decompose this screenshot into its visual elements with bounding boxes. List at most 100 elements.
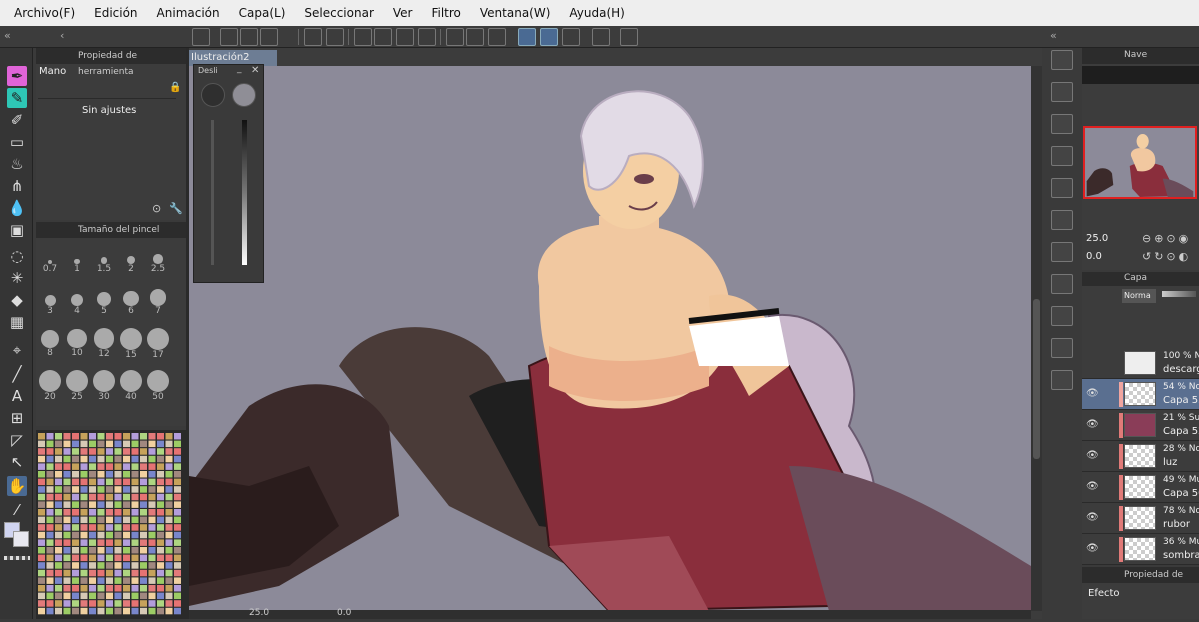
menu-capa[interactable]: Capa(L) bbox=[239, 6, 286, 20]
visibility-eye-icon[interactable]: 👁 bbox=[1086, 481, 1099, 492]
snap-ruler-icon[interactable] bbox=[518, 28, 536, 46]
menu-archivo[interactable]: Archivo(F) bbox=[14, 6, 75, 20]
visibility-eye-icon[interactable]: 👁 bbox=[1086, 543, 1099, 554]
layer-row[interactable]: 👁 54 % No Capa 53 bbox=[1082, 379, 1199, 410]
material-2-icon[interactable] bbox=[1051, 114, 1073, 134]
menu-ayuda[interactable]: Ayuda(H) bbox=[569, 6, 624, 20]
brush-size-option[interactable]: 0.7 bbox=[39, 244, 61, 274]
zoom-buttons-icon[interactable]: ⊖⊕⊙◉ bbox=[1142, 232, 1191, 245]
vertical-scrollbar[interactable] bbox=[1031, 66, 1042, 611]
menu-ver[interactable]: Ver bbox=[393, 6, 413, 20]
opacity-slider[interactable] bbox=[1162, 291, 1196, 297]
redo-icon[interactable] bbox=[326, 28, 344, 46]
device-icon[interactable] bbox=[592, 28, 610, 46]
material-9-icon[interactable] bbox=[1051, 338, 1073, 358]
auto-select-tool-icon[interactable]: ✳ bbox=[7, 268, 27, 288]
brush-size-option[interactable]: 50 bbox=[147, 370, 169, 402]
collapse-left-icon[interactable]: « bbox=[4, 29, 11, 42]
invert-selection-icon[interactable] bbox=[466, 28, 484, 46]
navigator-preview[interactable] bbox=[1083, 126, 1197, 199]
color-palette-grid[interactable] bbox=[36, 430, 186, 619]
ruler-tool-icon[interactable]: ◸ bbox=[7, 430, 27, 450]
main-color-circle[interactable] bbox=[201, 83, 225, 107]
reset-icon[interactable]: ⊙ bbox=[152, 202, 161, 215]
fill-icon[interactable] bbox=[396, 28, 414, 46]
brush-size-option[interactable]: 1.5 bbox=[93, 244, 115, 274]
collapse-right-icon[interactable]: « bbox=[1050, 29, 1057, 42]
3d-tool-icon[interactable]: ▣ bbox=[7, 220, 27, 240]
airbrush-tool-icon[interactable]: ♨ bbox=[7, 154, 27, 174]
navigator-zoom[interactable]: 25.0 bbox=[1086, 233, 1108, 244]
value-slider[interactable] bbox=[242, 120, 247, 265]
hue-slider[interactable] bbox=[211, 120, 214, 265]
close-icon[interactable]: ✕ bbox=[251, 65, 259, 76]
save-icon[interactable] bbox=[260, 28, 278, 46]
new-file-icon[interactable] bbox=[220, 28, 238, 46]
gradient-tool-icon[interactable]: ▦ bbox=[7, 312, 27, 332]
menu-filtro[interactable]: Filtro bbox=[431, 6, 460, 20]
minimize-icon[interactable]: _ bbox=[237, 64, 242, 74]
layer-row[interactable]: 👁 78 % No rubor bbox=[1082, 503, 1199, 534]
layer-row[interactable]: 👁 28 % No luz bbox=[1082, 441, 1199, 472]
visibility-eye-icon[interactable]: 👁 bbox=[1086, 512, 1099, 523]
menu-seleccionar[interactable]: Seleccionar bbox=[304, 6, 373, 20]
layer-row[interactable]: 100 % No descarga bbox=[1082, 348, 1199, 379]
pen-tool-icon[interactable]: ✒ bbox=[7, 66, 27, 86]
menu-animacion[interactable]: Animación bbox=[157, 6, 220, 20]
layer-row[interactable]: 👁 21 % Sup Capa 52 bbox=[1082, 410, 1199, 441]
correct-line-tool-icon[interactable]: ↖ bbox=[7, 452, 27, 472]
navigator-angle[interactable]: 0.0 bbox=[1086, 251, 1102, 262]
drawing-canvas[interactable] bbox=[189, 66, 1031, 611]
brush-size-option[interactable]: 4 bbox=[66, 286, 88, 316]
rotate-buttons-icon[interactable]: ↺↻⊙◐ bbox=[1142, 250, 1191, 263]
line-tool-icon[interactable]: ╱ bbox=[7, 364, 27, 384]
layer-row[interactable]: 👁 36 % Mul sombra1 bbox=[1082, 534, 1199, 565]
brush-size-option[interactable]: 17 bbox=[147, 328, 169, 360]
visibility-eye-icon[interactable]: 👁 bbox=[1086, 419, 1099, 430]
brush-size-option[interactable]: 30 bbox=[93, 370, 115, 402]
clear-icon[interactable] bbox=[374, 28, 392, 46]
brush-size-option[interactable]: 6 bbox=[120, 286, 142, 316]
brush-size-option[interactable]: 15 bbox=[120, 328, 142, 360]
deselect-icon[interactable] bbox=[446, 28, 464, 46]
material-7-icon[interactable] bbox=[1051, 274, 1073, 294]
layer-row[interactable]: 👁 49 % Mul Capa 50 bbox=[1082, 472, 1199, 503]
material-icon[interactable] bbox=[1051, 82, 1073, 102]
undo-icon[interactable] bbox=[304, 28, 322, 46]
brush-size-option[interactable]: 3 bbox=[39, 286, 61, 316]
eyedropper-tool-icon[interactable]: ⁄ bbox=[7, 500, 27, 520]
material-4-icon[interactable] bbox=[1051, 178, 1073, 198]
brush-size-option[interactable]: 12 bbox=[93, 328, 115, 359]
text-tool-icon[interactable]: A bbox=[7, 386, 27, 406]
brush-size-option[interactable]: 2.5 bbox=[147, 244, 169, 274]
sub-color-swatch[interactable] bbox=[13, 531, 29, 547]
menu-ventana[interactable]: Ventana(W) bbox=[480, 6, 551, 20]
brush-size-option[interactable]: 1 bbox=[66, 244, 88, 274]
material-3-icon[interactable] bbox=[1051, 146, 1073, 166]
snap-special-ruler-icon[interactable] bbox=[540, 28, 558, 46]
material-5-icon[interactable] bbox=[1051, 210, 1073, 230]
blend-mode-select[interactable]: Norma bbox=[1122, 289, 1156, 303]
loading-icon[interactable] bbox=[354, 28, 372, 46]
lock-icon[interactable]: 🔒 bbox=[169, 82, 181, 93]
material-6-icon[interactable] bbox=[1051, 242, 1073, 262]
clip-studio-icon[interactable] bbox=[192, 28, 210, 46]
sub-color-circle[interactable] bbox=[232, 83, 256, 107]
visibility-eye-icon[interactable]: 👁 bbox=[1086, 388, 1099, 399]
help-icon[interactable] bbox=[620, 28, 638, 46]
color-set-palette[interactable] bbox=[36, 430, 186, 619]
operation-tool-icon[interactable]: ⌖ bbox=[7, 340, 27, 360]
horizontal-scrollbar[interactable]: 25.0 0.0 bbox=[189, 608, 1031, 619]
brush-size-option[interactable]: 10 bbox=[66, 328, 88, 358]
brush-size-option[interactable]: 20 bbox=[39, 370, 61, 402]
visibility-eye-icon[interactable]: 👁 bbox=[1086, 450, 1099, 461]
brush-size-option[interactable]: 8 bbox=[39, 328, 61, 358]
blend-tool-icon[interactable]: 💧 bbox=[7, 198, 27, 218]
search-icon[interactable] bbox=[1051, 50, 1073, 70]
chevron-left-icon[interactable]: ‹ bbox=[60, 29, 64, 42]
fill-tool-icon[interactable]: ◆ bbox=[7, 290, 27, 310]
menu-edicion[interactable]: Edición bbox=[94, 6, 137, 20]
material-10-icon[interactable] bbox=[1051, 370, 1073, 390]
brush-tool-icon[interactable]: ✐ bbox=[7, 110, 27, 130]
lasso-tool-icon[interactable]: ◌ bbox=[7, 246, 27, 266]
